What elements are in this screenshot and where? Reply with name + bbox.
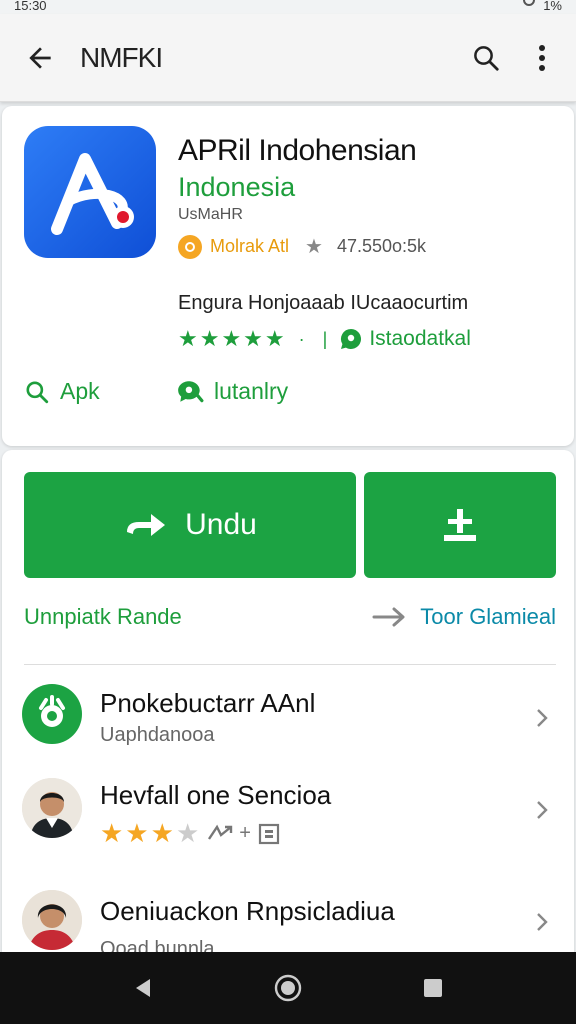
- rating-row: ★★★★ +: [100, 818, 281, 849]
- badge-row: Molrak Atl ★ 47.550o:5k: [178, 234, 426, 259]
- actions-card: Undu Unnpiatk Rande Toor Glamieal Pnokeb…: [2, 450, 574, 970]
- status-icons: 1%: [523, 0, 562, 14]
- upload-icon: [444, 509, 476, 541]
- app-icon[interactable]: [24, 126, 156, 258]
- stars-row: ★★★★★ · | Istaodatkal: [178, 326, 471, 352]
- square-recents-icon: [424, 979, 443, 997]
- star-rating: ★★★★: [100, 818, 202, 848]
- link-community-label: lutanlry: [214, 378, 289, 404]
- list-item[interactable]: Hevfall one Sencioa ★★★★ +: [2, 764, 574, 854]
- app-description: Engura Honjoaaab IUcaaocurtim: [178, 292, 469, 314]
- star-icon: ★: [305, 236, 323, 258]
- app-logo-icon: [51, 153, 134, 235]
- list-item-subtitle: Uaphdanooa: [100, 724, 215, 746]
- app-logo-icon: [22, 684, 82, 744]
- link-apk-label: Apk: [60, 378, 100, 404]
- system-nav-bar: [0, 952, 576, 1024]
- install-button[interactable]: [364, 472, 556, 578]
- more-options-button[interactable]: [514, 14, 570, 102]
- chat-icon: [178, 380, 204, 402]
- person-avatar: [22, 778, 82, 838]
- list-item-title: Oeniuackon Rnpsicladiua: [100, 896, 395, 926]
- chat-bubble-icon: [341, 329, 362, 349]
- list-item[interactable]: Pnokebuctarr AAnl Uaphdanooa: [2, 672, 574, 762]
- status-bar: 15:30 1%: [0, 0, 576, 14]
- five-star-rating: ★★★★★: [178, 326, 287, 351]
- app-info-card: APRil Indohensian Indonesia UsMaHR Molra…: [2, 106, 574, 446]
- chevron-right-icon: [537, 913, 548, 931]
- divider-bar: |: [322, 328, 328, 349]
- shuffle-icon: [208, 824, 233, 840]
- back-arrow-icon: [29, 46, 51, 69]
- award-icon: [178, 234, 202, 259]
- share-label: Toor Glamieal: [420, 604, 556, 629]
- chevron-right-icon: [537, 709, 548, 727]
- app-developer[interactable]: Indonesia: [178, 172, 295, 203]
- signal-icon: [523, 0, 536, 6]
- status-time: 15:30: [14, 0, 47, 13]
- app-category: UsMaHR: [178, 206, 243, 223]
- triangle-back-icon: [135, 979, 150, 997]
- link-apk[interactable]: Apk: [24, 378, 100, 405]
- more-vert-icon: [539, 44, 545, 71]
- nav-recents-button[interactable]: [413, 968, 453, 1008]
- arrow-right-icon: [127, 514, 166, 536]
- download-button[interactable]: Undu: [24, 472, 356, 578]
- list-item-title: Pnokebuctarr AAnl: [100, 688, 316, 718]
- update-link[interactable]: Unnpiatk Rande: [24, 604, 182, 630]
- person-avatar: [22, 890, 82, 950]
- list-item-title: Hevfall one Sencioa: [100, 780, 332, 810]
- back-button[interactable]: [0, 14, 80, 102]
- separator: ·: [298, 328, 305, 349]
- sub-actions-row: Unnpiatk Rande Toor Glamieal: [24, 604, 556, 630]
- nav-back-button[interactable]: [123, 968, 163, 1008]
- link-community[interactable]: lutanlry: [176, 378, 288, 405]
- search-icon: [474, 45, 499, 71]
- nav-home-button[interactable]: [268, 968, 308, 1008]
- box-icon: [258, 823, 280, 844]
- circle-home-icon: [274, 974, 302, 1002]
- share-link[interactable]: Toor Glamieal: [372, 604, 556, 630]
- search-button[interactable]: [458, 14, 514, 102]
- divider: [24, 664, 556, 665]
- search-icon: [26, 380, 49, 403]
- battery-text: 1%: [543, 0, 562, 13]
- app-bar: NMFKI: [0, 14, 576, 102]
- badge-label: Molrak Atl: [210, 236, 290, 256]
- chevron-right-icon: [537, 801, 548, 819]
- arrow-forward-icon: [372, 607, 405, 627]
- green-tag: Istaodatkal: [369, 327, 471, 350]
- plus-icon: +: [239, 822, 251, 844]
- download-label: Undu: [185, 508, 257, 541]
- rating-text: 47.550o:5k: [336, 236, 427, 256]
- app-name: APRil Indohensian: [178, 134, 417, 167]
- page-title: NMFKI: [80, 41, 163, 73]
